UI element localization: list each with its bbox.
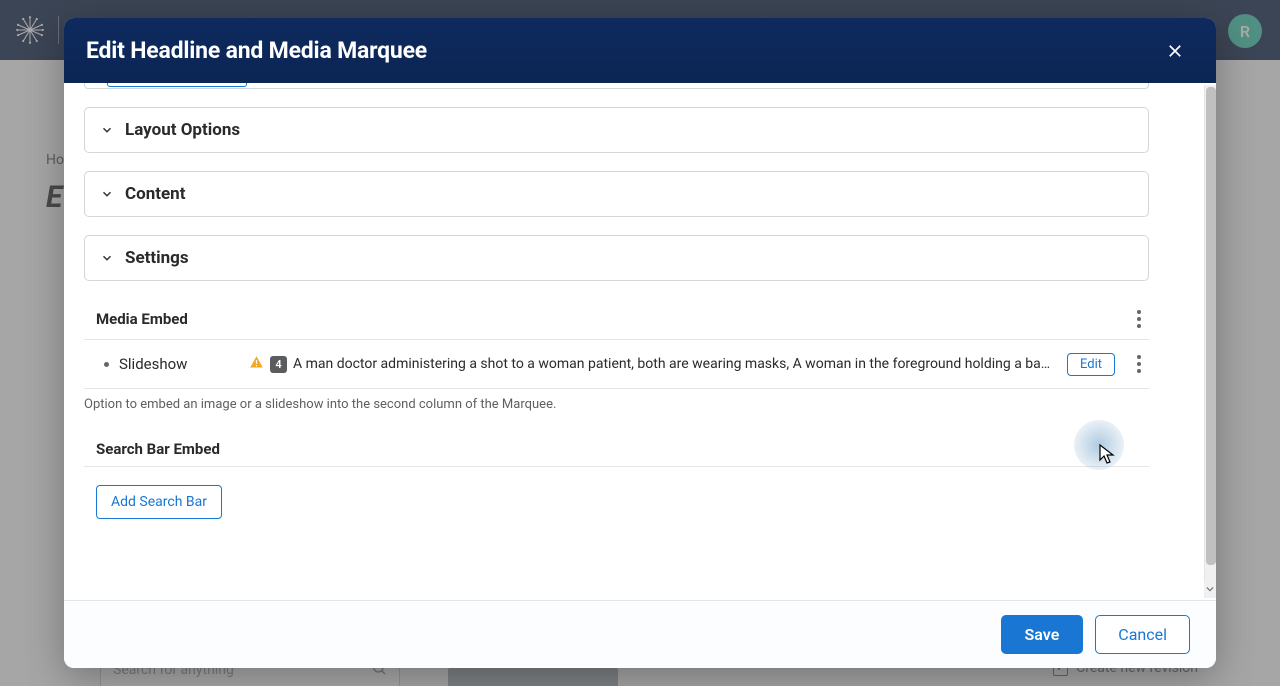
slideshow-description: A man doctor administering a shot to a w… xyxy=(293,356,1057,372)
search-bar-embed-header: Search Bar Embed xyxy=(84,434,1149,466)
close-icon xyxy=(1166,42,1184,60)
modal-title: Edit Headline and Media Marquee xyxy=(86,37,427,64)
settings-label: Settings xyxy=(125,248,189,268)
scrollbar-track[interactable] xyxy=(1204,85,1216,598)
chevron-down-icon xyxy=(99,122,115,138)
slideshow-item-row: Slideshow 4 A man doctor administering a… xyxy=(84,340,1149,388)
bullet-icon xyxy=(104,362,109,367)
media-embed-header: Media Embed xyxy=(84,301,1149,339)
modal-footer: Save Cancel xyxy=(64,600,1216,668)
content-accordion[interactable]: Content xyxy=(84,171,1149,217)
scrollbar-thumb[interactable] xyxy=(1206,87,1216,565)
edit-marquee-modal: Edit Headline and Media Marquee Layout O… xyxy=(64,18,1216,668)
item-count-badge: 4 xyxy=(270,356,287,373)
scrollbar-down-button[interactable] xyxy=(1204,582,1216,596)
layout-options-label: Layout Options xyxy=(125,120,240,140)
modal-body-wrapper: Layout Options Content Settings xyxy=(64,83,1216,600)
settings-accordion[interactable]: Settings xyxy=(84,235,1149,281)
add-search-bar-button[interactable]: Add Search Bar xyxy=(96,485,222,519)
search-bar-embed-title: Search Bar Embed xyxy=(84,440,220,458)
slideshow-label: Slideshow xyxy=(119,355,239,373)
slideshow-item-menu-button[interactable] xyxy=(1131,352,1149,376)
partial-section-above xyxy=(84,83,1149,89)
chevron-down-icon xyxy=(99,186,115,202)
chevron-down-icon xyxy=(99,250,115,266)
layout-options-accordion[interactable]: Layout Options xyxy=(84,107,1149,153)
save-button[interactable]: Save xyxy=(1001,615,1084,654)
close-button[interactable] xyxy=(1162,38,1188,64)
cancel-button[interactable]: Cancel xyxy=(1095,615,1190,654)
media-embed-menu-button[interactable] xyxy=(1131,307,1149,331)
divider xyxy=(84,466,1149,467)
partial-button-fragment xyxy=(107,83,247,87)
media-embed-title: Media Embed xyxy=(84,310,188,328)
content-label: Content xyxy=(125,184,185,204)
media-embed-help-text: Option to embed an image or a slideshow … xyxy=(84,389,1149,412)
modal-header: Edit Headline and Media Marquee xyxy=(64,18,1216,83)
edit-slideshow-button[interactable]: Edit xyxy=(1067,353,1115,376)
modal-body: Layout Options Content Settings xyxy=(64,83,1169,600)
warning-icon xyxy=(249,355,264,374)
